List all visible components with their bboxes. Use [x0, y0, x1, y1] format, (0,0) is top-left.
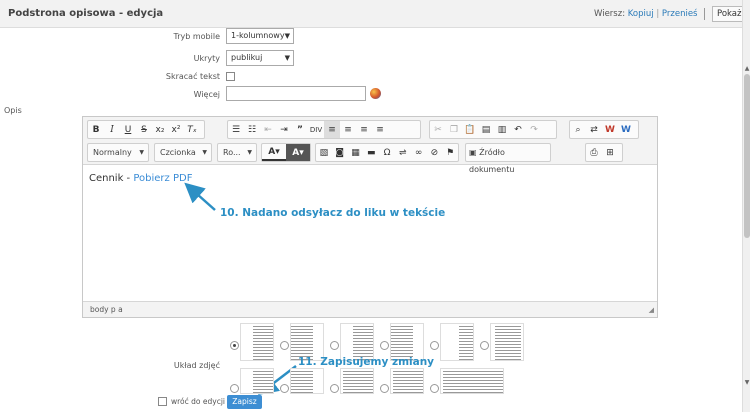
layout-radio-2[interactable] [280, 341, 289, 350]
layout-thumb-1 [240, 323, 274, 361]
layout-radio-6[interactable] [480, 341, 489, 350]
layout-radio-9[interactable] [330, 384, 339, 393]
layout-radio-10[interactable] [380, 384, 389, 393]
arrow-to-link [184, 182, 216, 211]
layout-thumb-11 [440, 368, 504, 394]
layout-thumb-8 [290, 368, 324, 394]
layout-radio-7[interactable] [230, 384, 239, 393]
scroll-down-icon[interactable]: ▼ [744, 380, 750, 386]
vertical-scrollbar[interactable]: ▲ ▼ [742, 0, 750, 412]
layout-radio-1[interactable] [230, 341, 239, 350]
layout-radio-5[interactable] [430, 341, 439, 350]
scroll-up-icon[interactable]: ▲ [744, 66, 750, 72]
layout-thumb-10 [390, 368, 424, 394]
save-button[interactable]: Zapisz [227, 395, 262, 409]
annotation-link: 10. Nadano odsyłacz do liku w tekście [220, 207, 446, 219]
layout-thumb-9 [340, 368, 374, 394]
layout-radio-3[interactable] [330, 341, 339, 350]
wroc-label: wróć do edycji [171, 397, 225, 406]
layout-thumb-5 [440, 323, 474, 361]
uklad-label: Układ zdjęć [173, 361, 220, 370]
annotation-save: 11. Zapisujemy zmiany [298, 356, 435, 368]
layout-thumb-7 [240, 368, 274, 394]
layout-radio-11[interactable] [430, 384, 439, 393]
wroc-checkbox[interactable] [158, 397, 167, 406]
layout-radio-4[interactable] [380, 341, 389, 350]
layout-radio-8[interactable] [280, 384, 289, 393]
scroll-thumb[interactable] [744, 74, 750, 238]
layout-thumb-6 [490, 323, 524, 361]
